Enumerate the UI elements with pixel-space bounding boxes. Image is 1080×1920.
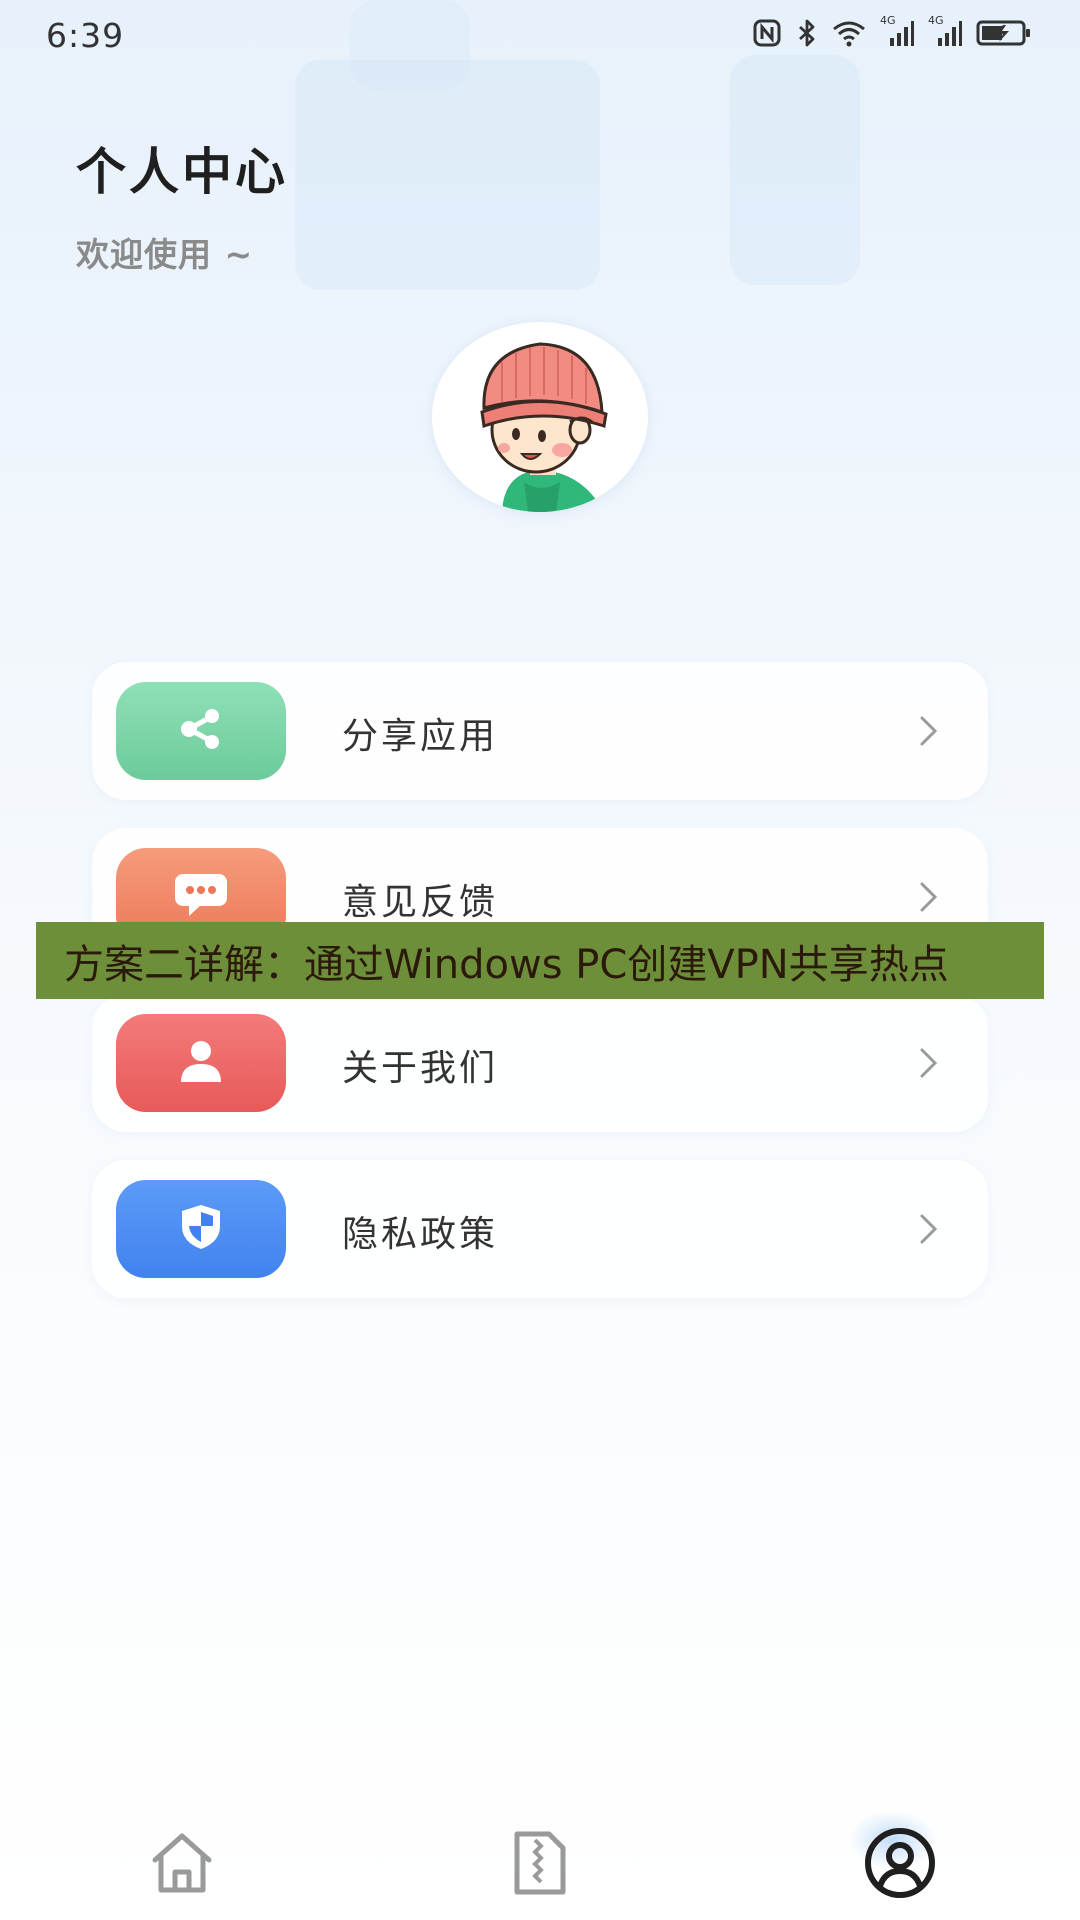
home-icon <box>147 1830 217 1900</box>
menu-item-share-app[interactable]: 分享应用 <box>92 662 988 800</box>
share-icon <box>177 707 225 755</box>
status-icons: 4G 4G <box>752 14 1032 48</box>
avatar[interactable] <box>432 322 648 512</box>
shield-icon <box>178 1202 224 1256</box>
nav-home[interactable] <box>132 1820 232 1910</box>
avatar-illustration <box>480 342 608 512</box>
wifi-icon <box>832 19 866 47</box>
user-icon <box>178 1038 224 1088</box>
chevron-right-icon <box>918 1212 940 1250</box>
menu-item-about-us[interactable]: 关于我们 <box>92 994 988 1132</box>
bluetooth-icon <box>796 18 818 48</box>
banner-text: 方案二详解：通过Windows PC创建VPN共享热点 <box>64 941 949 988</box>
profile-icon <box>863 1826 937 1904</box>
chevron-right-icon <box>918 1046 940 1084</box>
menu-item-label: 分享应用 <box>342 716 499 757</box>
chat-bubble-icon <box>173 872 229 922</box>
nav-profile[interactable] <box>850 1820 950 1910</box>
chevron-right-icon <box>918 714 940 752</box>
menu-item-label: 隐私政策 <box>342 1214 499 1255</box>
nfc-icon <box>752 18 782 48</box>
menu-item-label: 关于我们 <box>342 1048 499 1089</box>
page-title: 个人中心 <box>76 143 288 201</box>
menu-item-label: 意见反馈 <box>342 882 499 923</box>
chevron-right-icon <box>918 880 940 918</box>
battery-charging-icon <box>976 19 1032 47</box>
background-shape <box>730 55 860 285</box>
bottom-nav <box>0 1810 1080 1920</box>
menu-icon-tile <box>116 1180 286 1278</box>
welcome-subtitle: 欢迎使用 ~ <box>76 235 254 274</box>
status-bar: 6:39 4G 4G <box>0 0 1080 80</box>
document-icon <box>511 1830 569 1900</box>
status-time: 6:39 <box>46 16 125 55</box>
background-shape <box>295 60 600 290</box>
menu-icon-tile <box>116 682 286 780</box>
signal-icon: 4G <box>928 14 962 48</box>
menu-icon-tile <box>116 1014 286 1112</box>
network-type-label: 4G <box>928 14 944 27</box>
signal-icon: 4G <box>880 14 914 48</box>
nav-document[interactable] <box>490 1820 590 1910</box>
network-type-label: 4G <box>880 14 896 27</box>
menu-item-privacy-policy[interactable]: 隐私政策 <box>92 1160 988 1298</box>
overlay-banner: 方案二详解：通过Windows PC创建VPN共享热点 <box>36 922 1044 999</box>
